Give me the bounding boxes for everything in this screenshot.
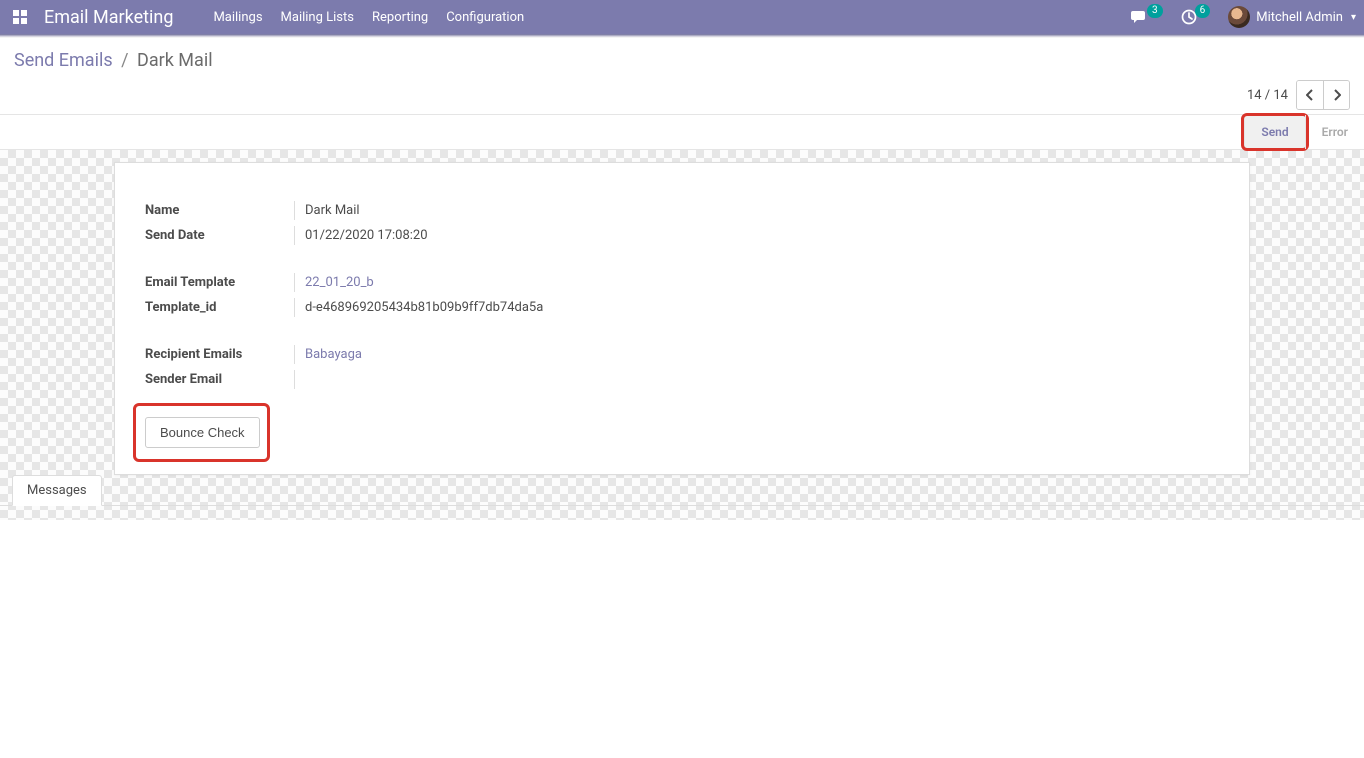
tab-messages[interactable]: Messages [12, 475, 102, 506]
menu-reporting[interactable]: Reporting [372, 10, 428, 25]
label-send-date: Send Date [145, 226, 295, 245]
menu-mailings[interactable]: Mailings [213, 10, 262, 25]
control-panel: Send Emails / Dark Mail 14 / 14 [0, 38, 1364, 115]
menu-configuration[interactable]: Configuration [446, 10, 524, 25]
pager-next-button[interactable] [1323, 81, 1349, 109]
breadcrumb: Send Emails / Dark Mail [14, 50, 213, 71]
activities-tray[interactable]: 6 [1181, 9, 1211, 25]
activities-badge: 6 [1195, 4, 1211, 18]
status-bar: Send Error [0, 115, 1364, 150]
pager-prev-button[interactable] [1297, 81, 1323, 109]
status-error[interactable]: Error [1305, 115, 1364, 149]
breadcrumb-parent[interactable]: Send Emails [14, 50, 113, 71]
messages-badge: 3 [1147, 4, 1163, 18]
menu-mailing-lists[interactable]: Mailing Lists [281, 10, 354, 25]
messages-tray[interactable]: 3 [1131, 10, 1163, 24]
label-template-id: Template_id [145, 298, 295, 317]
value-template-id: d-e468969205434b81b09b9ff7db74da5a [295, 298, 543, 317]
avatar [1228, 6, 1250, 28]
messages-tab-row: Messages [0, 474, 1364, 505]
chevron-left-icon [1306, 89, 1314, 101]
breadcrumb-separator: / [121, 50, 128, 71]
label-email-template: Email Template [145, 273, 295, 292]
main-menu: Mailings Mailing Lists Reporting Configu… [213, 10, 524, 25]
value-email-template[interactable]: 22_01_20_b [295, 273, 374, 292]
top-navbar: Email Marketing Mailings Mailing Lists R… [0, 0, 1364, 34]
apps-icon[interactable] [8, 5, 32, 29]
user-menu[interactable]: Mitchell Admin ▾ [1228, 6, 1356, 28]
user-name: Mitchell Admin [1256, 10, 1343, 25]
bounce-check-button[interactable]: Bounce Check [145, 417, 260, 448]
app-title[interactable]: Email Marketing [44, 7, 173, 28]
form-background: Name Dark Mail Send Date 01/22/2020 17:0… [0, 150, 1364, 520]
chevron-right-icon [1333, 89, 1341, 101]
value-name: Dark Mail [295, 201, 360, 220]
label-sender-email: Sender Email [145, 370, 295, 389]
value-recipient-emails[interactable]: Babayaga [295, 345, 362, 364]
caret-down-icon: ▾ [1351, 12, 1356, 23]
value-send-date: 01/22/2020 17:08:20 [295, 226, 428, 245]
value-sender-email [295, 379, 305, 383]
pager-count[interactable]: 14 / 14 [1247, 88, 1288, 103]
label-recipient-emails: Recipient Emails [145, 345, 295, 364]
pager: 14 / 14 [1247, 80, 1350, 110]
breadcrumb-current: Dark Mail [137, 50, 213, 71]
status-send[interactable]: Send [1244, 115, 1304, 149]
label-name: Name [145, 201, 295, 220]
form-sheet: Name Dark Mail Send Date 01/22/2020 17:0… [114, 162, 1250, 475]
messages-content [0, 520, 1364, 548]
